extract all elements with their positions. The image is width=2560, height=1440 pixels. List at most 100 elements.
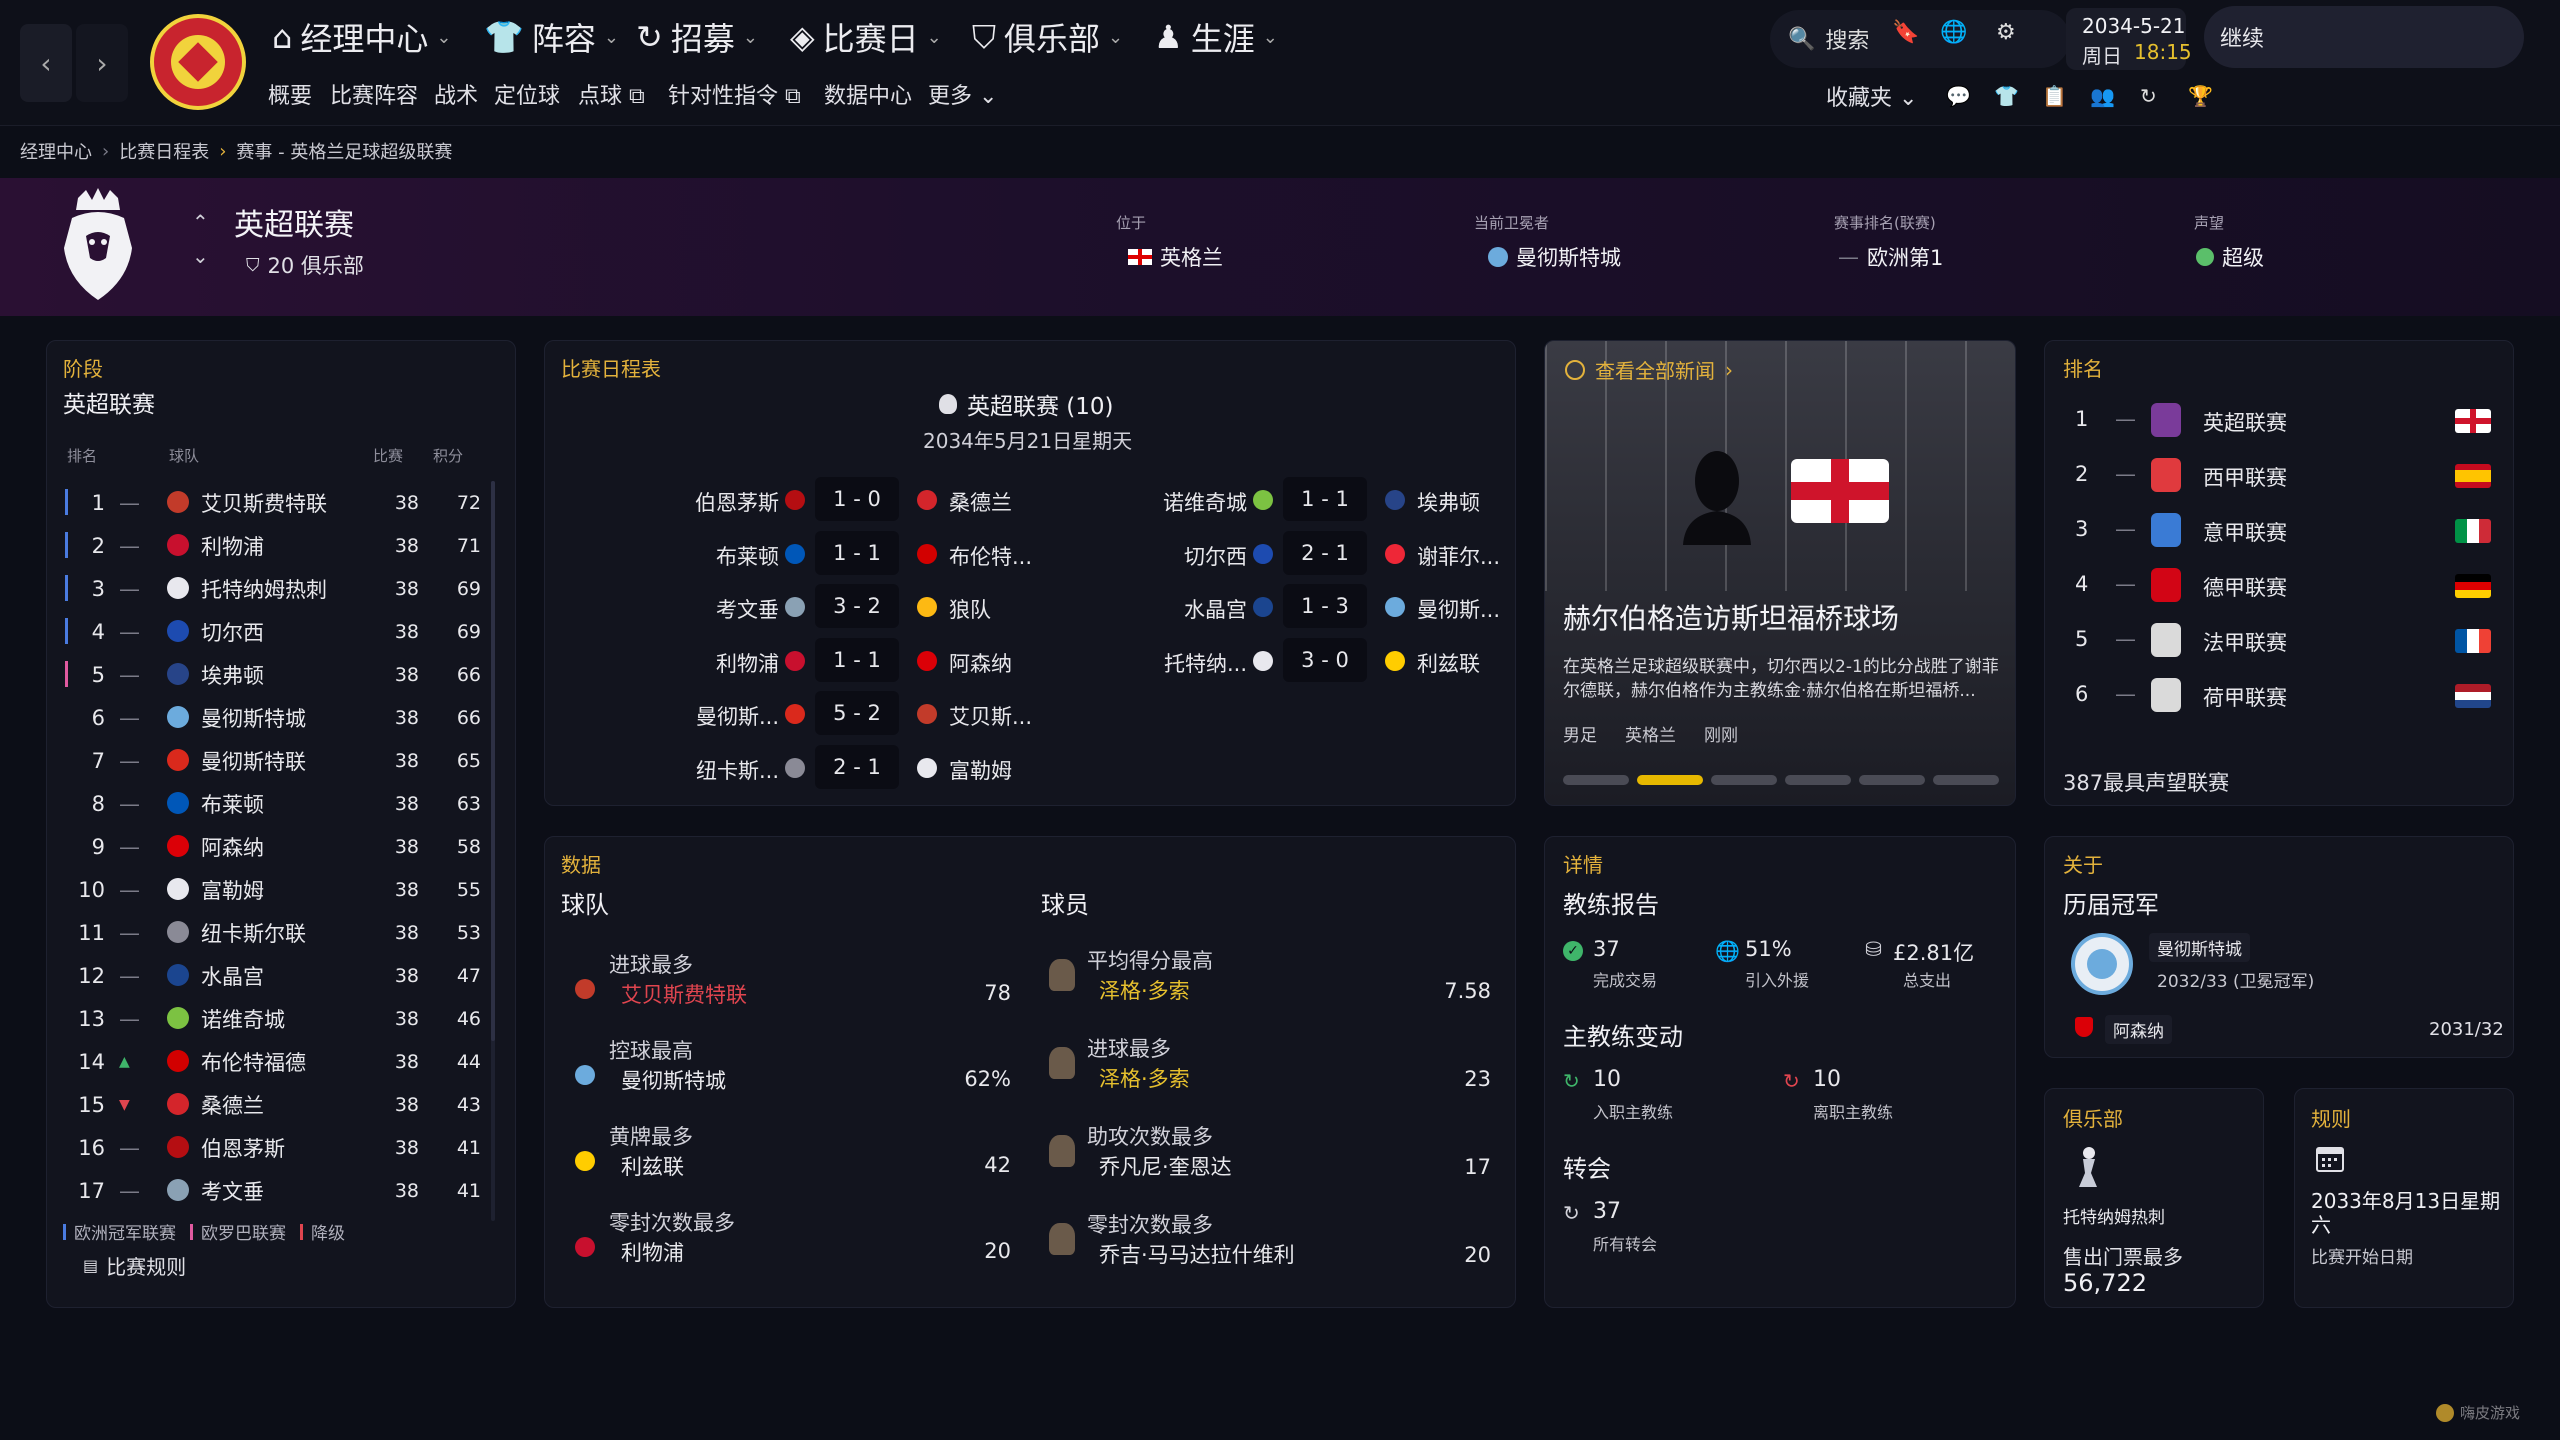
- fixture-row[interactable]: 水晶宫 1 - 3 曼彻斯...: [997, 584, 1557, 628]
- table-row[interactable]: 7 — 曼彻斯特联 38 65: [57, 739, 497, 782]
- fixture-home-team[interactable]: 伯恩茅斯: [695, 487, 779, 517]
- fixture-home-team[interactable]: 切尔西: [1184, 541, 1247, 571]
- team-name[interactable]: 伯恩茅斯: [201, 1133, 285, 1163]
- news-pager-dot[interactable]: [1859, 775, 1925, 785]
- submenu-overview[interactable]: 概要: [268, 78, 312, 110]
- team-name[interactable]: 纽卡斯尔联: [201, 918, 306, 948]
- table-row[interactable]: 1 — 艾贝斯费特联 38 72: [57, 481, 497, 524]
- fixture-home-team[interactable]: 托特纳...: [1164, 648, 1247, 678]
- stat-player[interactable]: 泽格·多索: [1099, 1063, 1190, 1093]
- menu-recruitment[interactable]: ↻ 招募 ⌄: [636, 14, 758, 60]
- table-row[interactable]: 3 — 托特纳姆热刺 38 69: [57, 567, 497, 610]
- stat-team[interactable]: 利兹联: [621, 1151, 684, 1181]
- league-name[interactable]: 意甲联赛: [2203, 517, 2287, 547]
- fixture-home-team[interactable]: 考文垂: [716, 594, 779, 624]
- breadcrumb-manager-centre[interactable]: 经理中心: [20, 138, 92, 164]
- table-row[interactable]: 16 — 伯恩茅斯 38 41: [57, 1126, 497, 1169]
- team-name[interactable]: 水晶宫: [201, 961, 264, 991]
- forward-button[interactable]: ›: [76, 24, 128, 102]
- fixture-away-team[interactable]: 狼队: [949, 594, 991, 624]
- notes-icon[interactable]: 📋: [2042, 84, 2067, 108]
- menu-manager-centre[interactable]: ⌂ 经理中心 ⌄: [272, 14, 451, 60]
- fixture-home-team[interactable]: 水晶宫: [1184, 594, 1247, 624]
- table-row[interactable]: 11 — 纽卡斯尔联 38 53: [57, 911, 497, 954]
- team-name[interactable]: 诺维奇城: [201, 1004, 285, 1034]
- fixture-away-team[interactable]: 利兹联: [1417, 648, 1480, 678]
- team-name[interactable]: 桑德兰: [201, 1090, 264, 1120]
- fixture-score[interactable]: 2 - 1: [1283, 530, 1367, 575]
- fixture-score[interactable]: 1 - 0: [815, 477, 899, 521]
- fixture-away-team[interactable]: 谢菲尔...: [1417, 541, 1500, 571]
- table-row[interactable]: 17 — 考文垂 38 41: [57, 1169, 497, 1212]
- fixture-row[interactable]: 曼彻斯... 5 - 2 艾贝斯...: [529, 691, 1089, 735]
- table-row[interactable]: 4 — 切尔西 38 69: [57, 610, 497, 653]
- header-played[interactable]: 比赛: [373, 445, 403, 466]
- team-name[interactable]: 托特纳姆热刺: [201, 574, 327, 604]
- table-row[interactable]: 10 — 富勒姆 38 55: [57, 868, 497, 911]
- table-row[interactable]: 14 ▲ 布伦特福德 38 44: [57, 1040, 497, 1083]
- fixture-row[interactable]: 托特纳... 3 - 0 利兹联: [997, 637, 1557, 682]
- player-stat[interactable]: 进球最多 泽格·多索 23: [1045, 1033, 1491, 1113]
- header-points[interactable]: 积分: [433, 445, 463, 466]
- chevron-down-icon[interactable]: ⌄: [192, 244, 209, 268]
- continue-button[interactable]: 继续: [2204, 6, 2524, 68]
- menu-career[interactable]: ♟ 生涯 ⌄: [1154, 14, 1278, 60]
- team-name[interactable]: 利物浦: [201, 531, 264, 561]
- team-name[interactable]: 曼彻斯特联: [201, 746, 306, 776]
- ranking-row[interactable]: 1 — 英超联赛: [2045, 395, 2515, 447]
- submenu-opposition-instructions[interactable]: 针对性指令 ⧉: [668, 78, 801, 110]
- table-row[interactable]: 5 — 埃弗顿 38 66: [57, 653, 497, 696]
- ranking-row[interactable]: 2 — 西甲联赛: [2045, 450, 2515, 502]
- menu-squad[interactable]: 👕 阵容 ⌄: [484, 14, 619, 60]
- fixture-home-team[interactable]: 曼彻斯...: [696, 701, 779, 731]
- table-row[interactable]: 9 — 阿森纳 38 58: [57, 825, 497, 868]
- all-news-link[interactable]: 查看全部新闻 ›: [1565, 355, 1733, 384]
- fixture-score[interactable]: 3 - 2: [815, 584, 899, 628]
- fixture-score[interactable]: 1 - 3: [1283, 584, 1367, 628]
- rankings-footer[interactable]: 387最具声望联赛: [2063, 767, 2229, 797]
- prev-champion-name[interactable]: 阿森纳: [2105, 1015, 2172, 1044]
- news-pager-dot[interactable]: [1637, 775, 1703, 785]
- people-icon[interactable]: 👥: [2090, 84, 2115, 108]
- rules-link[interactable]: ▤ 比赛规则: [83, 1251, 186, 1280]
- table-row[interactable]: 8 — 布莱顿 38 63: [57, 782, 497, 825]
- submenu-match-squad[interactable]: 比赛阵容: [330, 78, 418, 110]
- ranking-row[interactable]: 4 — 德甲联赛: [2045, 560, 2515, 612]
- header-rank[interactable]: 排名: [67, 445, 97, 466]
- menu-matchday[interactable]: ◈ 比赛日 ⌄: [790, 14, 942, 60]
- globe-icon[interactable]: 🌐: [1940, 20, 1967, 45]
- stat-player[interactable]: 乔凡尼·奎恩达: [1099, 1151, 1232, 1181]
- stat-player[interactable]: 泽格·多索: [1099, 975, 1190, 1005]
- header-team[interactable]: 球队: [169, 445, 199, 466]
- table-row[interactable]: 15 ▼ 桑德兰 38 43: [57, 1083, 497, 1126]
- fixture-score[interactable]: 3 - 0: [1283, 637, 1367, 682]
- fixture-home-team[interactable]: 诺维奇城: [1163, 487, 1247, 517]
- search-button[interactable]: 🔍 搜索: [1770, 10, 2070, 68]
- team-stat[interactable]: 进球最多 艾贝斯费特联 78: [571, 953, 1011, 1035]
- fixture-home-team[interactable]: 布莱顿: [716, 541, 779, 571]
- player-stat[interactable]: 平均得分最高 泽格·多索 7.58: [1045, 945, 1491, 1025]
- team-name[interactable]: 曼彻斯特城: [201, 703, 306, 733]
- ranking-row[interactable]: 5 — 法甲联赛: [2045, 615, 2515, 667]
- table-row[interactable]: 6 — 曼彻斯特城 38 66: [57, 696, 497, 739]
- fixture-home-team[interactable]: 利物浦: [716, 648, 779, 678]
- fixture-score[interactable]: 1 - 1: [815, 530, 899, 575]
- holder-value[interactable]: 曼彻斯特城: [1488, 242, 1621, 272]
- submenu-penalties[interactable]: 点球 ⧉: [578, 78, 645, 110]
- team-name[interactable]: 富勒姆: [201, 875, 264, 905]
- champion-name[interactable]: 曼彻斯特城: [2149, 933, 2250, 962]
- team-stat[interactable]: 黄牌最多 利兹联 42: [571, 1125, 1011, 1207]
- fixture-score[interactable]: 5 - 2: [815, 691, 899, 735]
- team-stat[interactable]: 控球最高 曼彻斯特城 62%: [571, 1039, 1011, 1121]
- chat-icon[interactable]: 💬: [1946, 84, 1971, 108]
- team-name[interactable]: 考文垂: [201, 1176, 264, 1206]
- favorites-menu[interactable]: 收藏夹 ⌄: [1826, 80, 1917, 112]
- news-pager-dot[interactable]: [1933, 775, 1999, 785]
- table-row[interactable]: 13 — 诺维奇城 38 46: [57, 997, 497, 1040]
- fixture-row[interactable]: 纽卡斯... 2 - 1 富勒姆: [529, 744, 1089, 789]
- fixture-score[interactable]: 1 - 1: [815, 637, 899, 682]
- submenu-more[interactable]: 更多 ⌄: [928, 78, 997, 110]
- stat-team[interactable]: 艾贝斯费特联: [621, 979, 747, 1009]
- news-pager-dot[interactable]: [1563, 775, 1629, 785]
- fixture-home-team[interactable]: 纽卡斯...: [696, 755, 779, 785]
